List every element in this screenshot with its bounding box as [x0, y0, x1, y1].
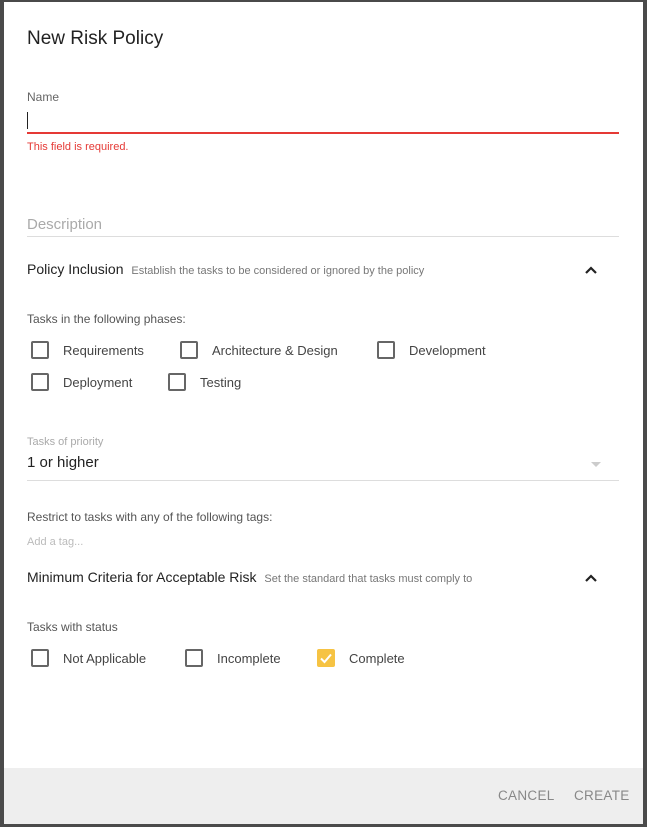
phase-checkbox-requirements[interactable]: Requirements	[31, 340, 144, 360]
phase-label: Testing	[200, 374, 242, 390]
phase-label: Development	[409, 342, 486, 358]
name-label: Name	[27, 90, 60, 104]
criteria-subtitle: Set the standard that tasks must comply …	[264, 573, 473, 585]
tag-input[interactable]	[27, 534, 327, 550]
checkbox-icon[interactable]	[180, 341, 198, 359]
status-checkbox-incomplete[interactable]: Incomplete	[185, 648, 281, 668]
priority-value: 1 or higher	[27, 454, 99, 471]
phase-checkbox-deployment[interactable]: Deployment	[31, 372, 132, 392]
checkbox-icon[interactable]	[31, 649, 49, 667]
phase-label: Deployment	[63, 374, 133, 390]
checkbox-icon[interactable]	[31, 373, 49, 391]
tags-label: Restrict to tasks with any of the follow…	[27, 510, 273, 524]
phase-checkbox-development[interactable]: Development	[377, 340, 486, 360]
chevron-up-icon[interactable]	[584, 263, 598, 277]
priority-label: Tasks of priority	[27, 436, 104, 448]
phase-label: Architecture & Design	[212, 342, 338, 358]
checkbox-icon[interactable]	[377, 341, 395, 359]
dialog-title: New Risk Policy	[27, 28, 164, 49]
status-label-text: Complete	[349, 650, 405, 666]
checkbox-checked-icon[interactable]	[317, 649, 335, 667]
status-label-text: Not Applicable	[63, 650, 147, 666]
text-caret	[27, 112, 28, 129]
status-checkbox-not-applicable[interactable]: Not Applicable	[31, 648, 146, 668]
description-input[interactable]	[27, 212, 619, 237]
phase-checkbox-testing[interactable]: Testing	[168, 372, 241, 392]
criteria-title: Minimum Criteria for Acceptable Risk	[27, 569, 257, 585]
status-label: Tasks with status	[27, 620, 118, 634]
checkbox-icon[interactable]	[31, 341, 49, 359]
chevron-up-icon[interactable]	[584, 571, 598, 585]
checkbox-icon[interactable]	[168, 373, 186, 391]
criteria-header[interactable]: Minimum Criteria for Acceptable Risk Set…	[27, 569, 472, 585]
name-input[interactable]	[27, 108, 619, 134]
status-label-text: Incomplete	[217, 650, 281, 666]
phases-label: Tasks in the following phases:	[27, 312, 186, 326]
status-checkbox-complete[interactable]: Complete	[317, 648, 405, 668]
phase-checkbox-architecture-design[interactable]: Architecture & Design	[180, 340, 338, 360]
checkmark-icon	[320, 653, 332, 664]
priority-select[interactable]: 1 or higher	[27, 454, 619, 481]
new-risk-policy-dialog: New Risk Policy Name This field is requi…	[4, 2, 643, 824]
dropdown-arrow-icon[interactable]	[591, 462, 601, 467]
policy-inclusion-title: Policy Inclusion	[27, 261, 124, 277]
policy-inclusion-header[interactable]: Policy Inclusion Establish the tasks to …	[27, 261, 424, 277]
cancel-button[interactable]: CANCEL	[498, 788, 555, 803]
dialog-footer: CANCEL CREATE	[4, 768, 643, 824]
phase-label: Requirements	[63, 342, 144, 358]
policy-inclusion-subtitle: Establish the tasks to be considered or …	[131, 265, 425, 277]
name-error-message: This field is required.	[27, 141, 129, 153]
checkbox-icon[interactable]	[185, 649, 203, 667]
create-button[interactable]: CREATE	[574, 788, 630, 803]
